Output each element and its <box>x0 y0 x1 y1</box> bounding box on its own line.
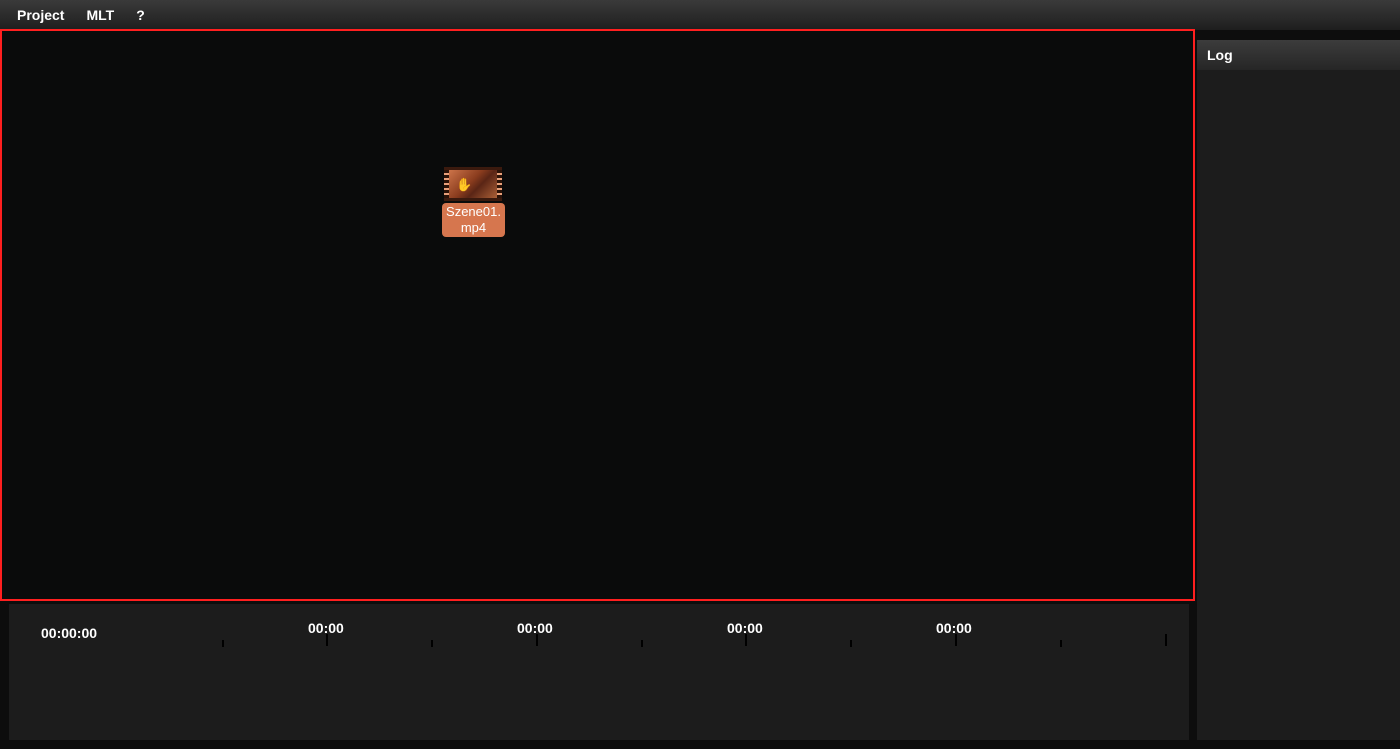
film-sprocket-left <box>444 170 449 198</box>
timeline-tick <box>850 640 852 647</box>
log-panel: Log <box>1197 40 1400 740</box>
timeline-tick <box>641 640 643 647</box>
timeline-tick <box>1060 640 1062 647</box>
clip-label-line2: mp4 <box>460 220 487 235</box>
timeline-tick <box>745 634 747 646</box>
timeline-tick <box>431 640 433 647</box>
timeline-tick <box>1165 634 1167 646</box>
menubar: Project MLT ? <box>0 0 1400 30</box>
timeline-marker-label: 00:00 <box>936 620 972 636</box>
video-file-icon[interactable]: ✋ <box>444 167 502 201</box>
film-sprocket-right <box>497 170 502 198</box>
hand-cursor-icon: ✋ <box>456 177 473 192</box>
clip-label[interactable]: Szene01. mp4 <box>442 203 505 237</box>
menu-project[interactable]: Project <box>17 7 64 23</box>
clip-label-line1: Szene01. <box>446 204 501 219</box>
timeline[interactable]: 00:00:00 00:00 00:00 00:00 00:00 <box>9 604 1189 740</box>
menu-help[interactable]: ? <box>136 7 145 23</box>
timeline-tick <box>222 640 224 647</box>
timeline-tick <box>536 634 538 646</box>
timeline-tick <box>955 634 957 646</box>
clip-node[interactable]: ✋ Szene01. mp4 <box>442 167 505 237</box>
log-title: Log <box>1197 40 1400 70</box>
timeline-marker-label: 00:00 <box>517 620 553 636</box>
timeline-start-time: 00:00:00 <box>41 625 98 641</box>
node-workspace[interactable]: ✋ Szene01. mp4 <box>0 29 1195 601</box>
timeline-tick <box>326 634 328 646</box>
menu-mlt[interactable]: MLT <box>86 7 114 23</box>
